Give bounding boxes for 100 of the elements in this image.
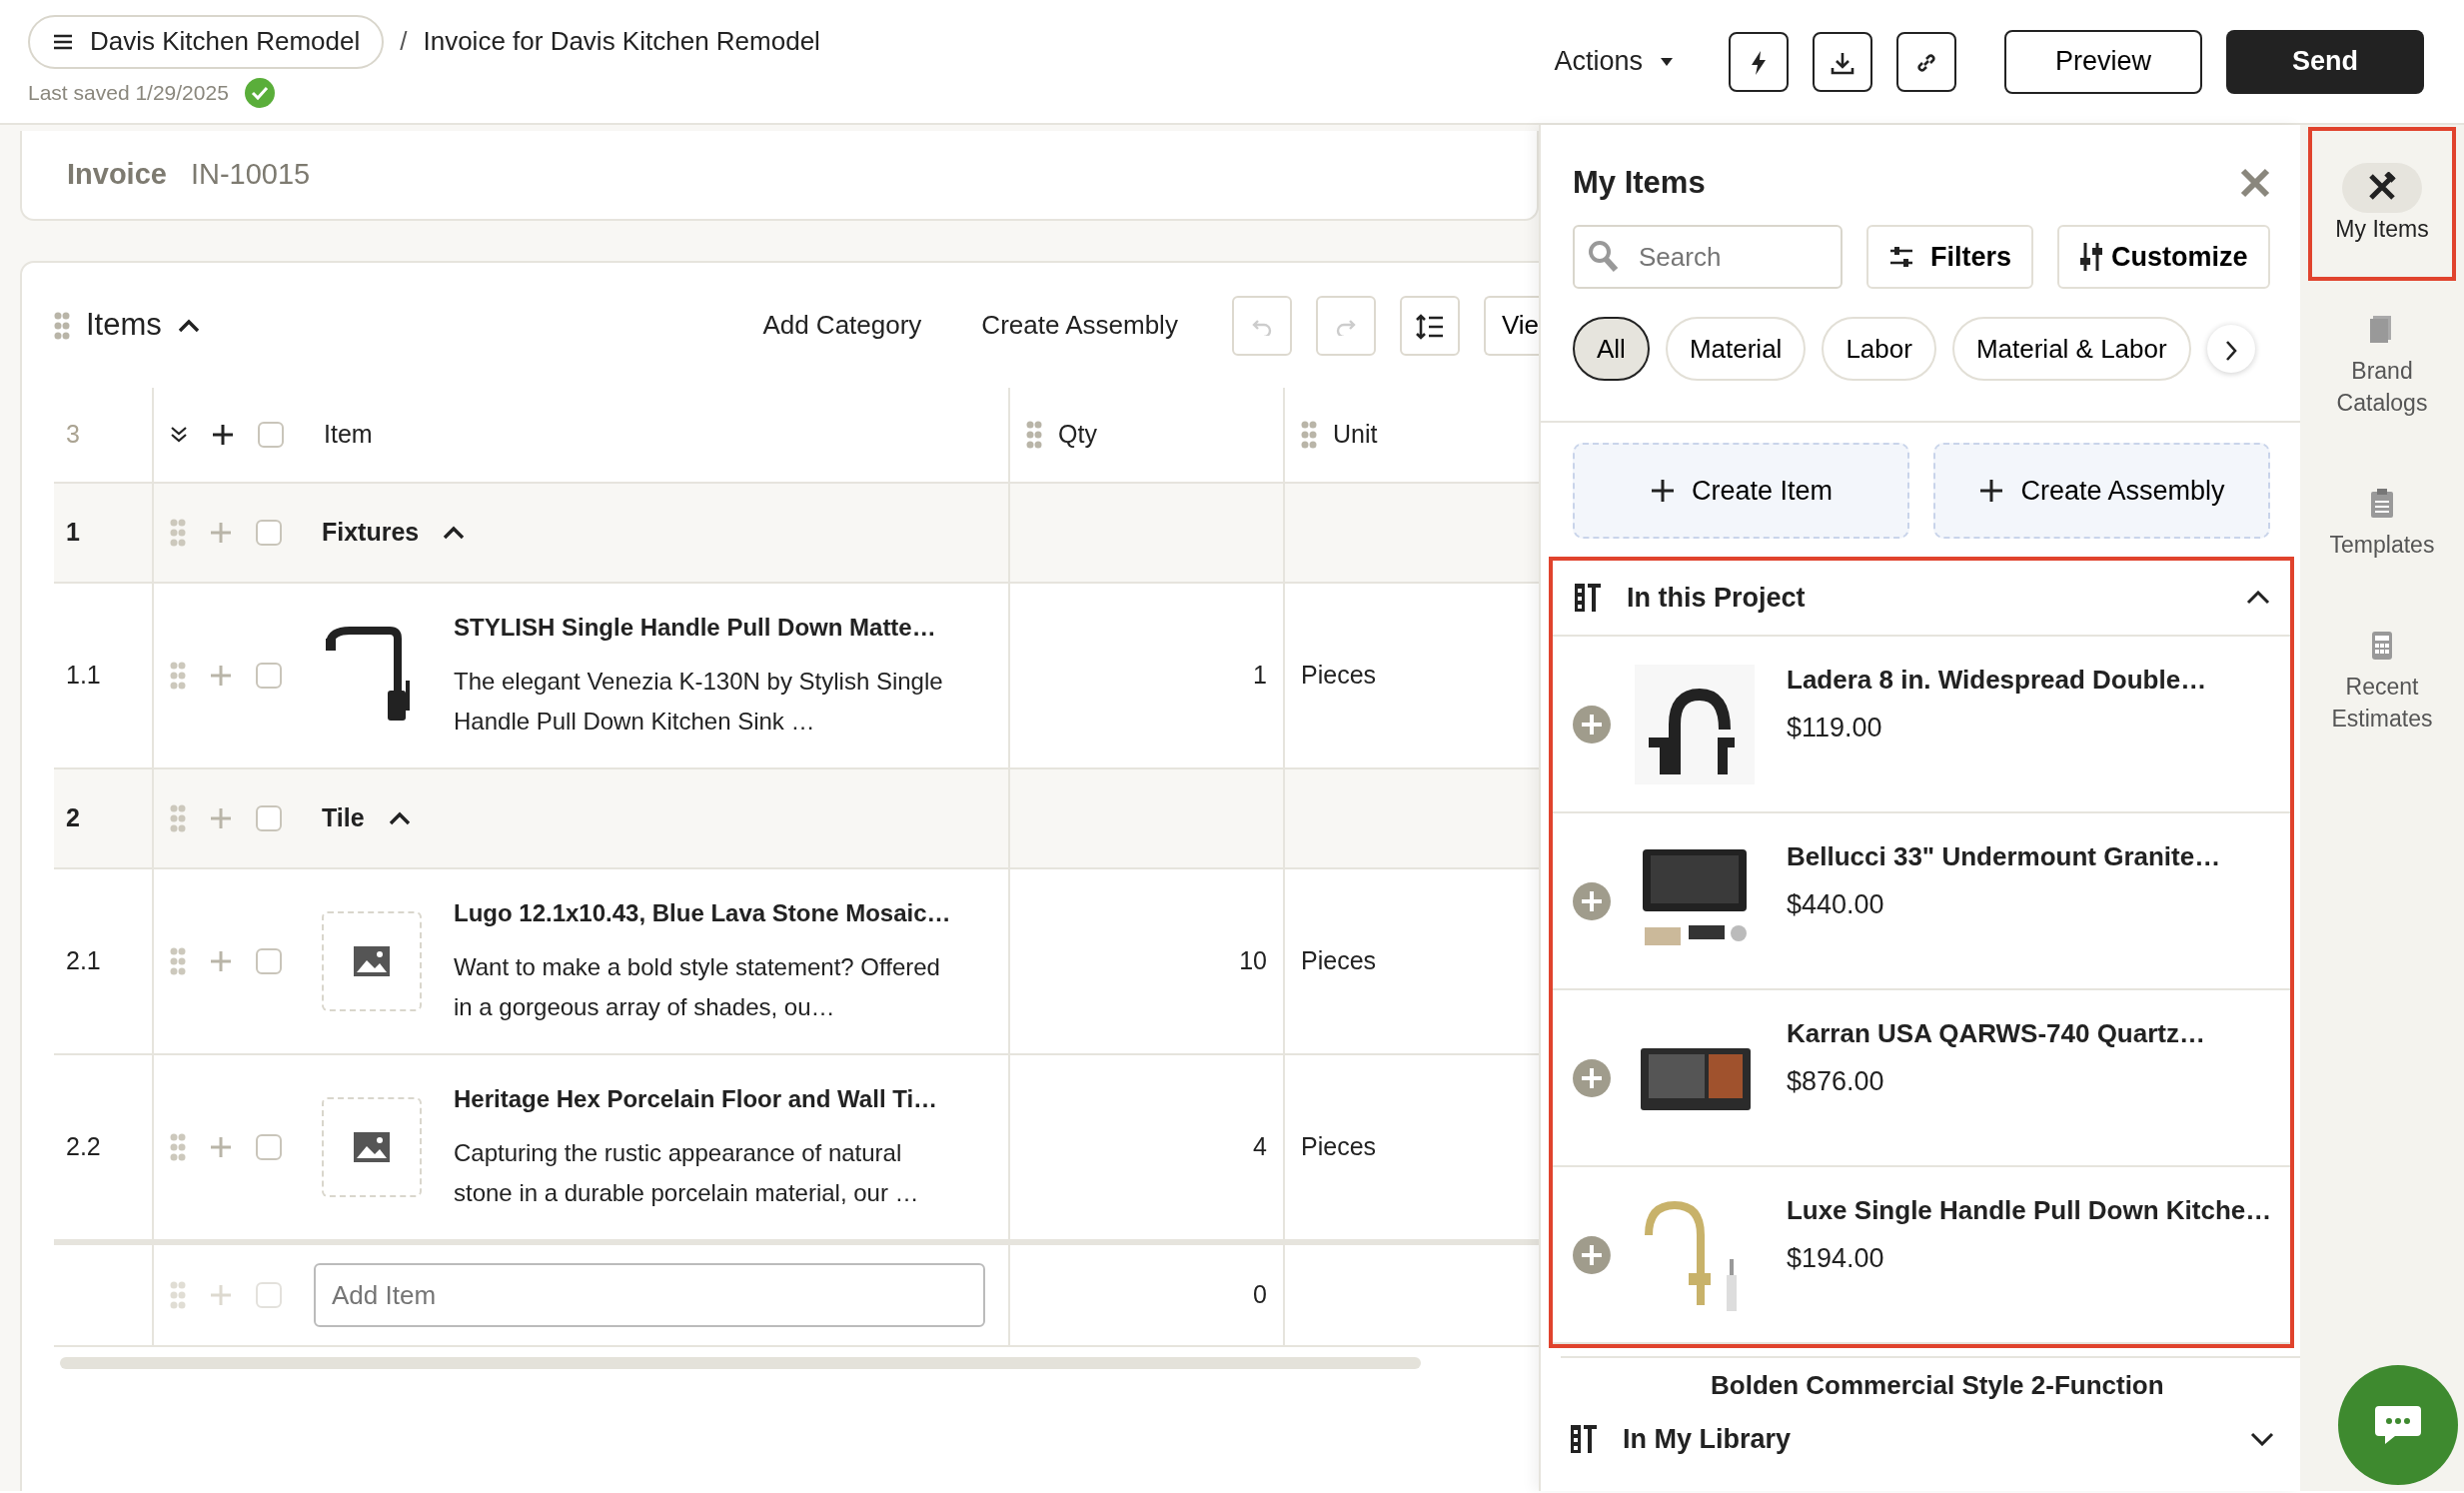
actions-dropdown[interactable]: Actions xyxy=(1548,40,1681,83)
drag-handle-icon[interactable] xyxy=(170,1133,186,1161)
plus-icon xyxy=(1978,478,2005,504)
undo-icon xyxy=(1250,318,1273,337)
filter-chip[interactable]: Material xyxy=(1665,317,1807,381)
drag-handle-icon[interactable] xyxy=(170,947,186,975)
tools-icon xyxy=(1573,582,1603,614)
filter-chip[interactable]: Labor xyxy=(1822,317,1936,381)
category-name: Tile xyxy=(322,802,365,834)
drag-handle-icon[interactable] xyxy=(1301,421,1317,449)
menu-icon xyxy=(52,32,74,51)
item-description: Capturing the rustic appearance of natural stone in a durable porcelain material, our … xyxy=(454,1138,920,1208)
search-icon xyxy=(1589,241,1619,273)
checkbox[interactable] xyxy=(256,1282,282,1308)
add-icon[interactable] xyxy=(1573,705,1611,744)
product-price: $440.00 xyxy=(1787,887,1885,921)
drag-handle-icon[interactable] xyxy=(170,662,186,690)
filter-chip[interactable]: All xyxy=(1573,317,1650,381)
breadcrumb-separator: / xyxy=(400,25,408,59)
section-header[interactable]: In this Project xyxy=(1553,561,2290,637)
collapse-icon[interactable] xyxy=(388,811,411,825)
close-button[interactable] xyxy=(2240,168,2270,198)
column-header: Item xyxy=(324,419,373,451)
section-header[interactable]: In My Library xyxy=(1549,1406,2294,1472)
item-title: STYLISH Single Handle Pull Down Matte… xyxy=(454,613,937,643)
image-icon xyxy=(353,1131,391,1163)
expand-all-icon[interactable] xyxy=(170,426,188,444)
sidebar-item[interactable]: My Items xyxy=(2308,127,2456,281)
checkbox[interactable] xyxy=(256,948,282,974)
category-name: Fixtures xyxy=(322,517,420,549)
drag-handle-icon[interactable] xyxy=(170,519,186,547)
product-price: $876.00 xyxy=(1787,1064,1885,1098)
row-height-button[interactable] xyxy=(1399,295,1460,356)
checkbox[interactable] xyxy=(256,1134,282,1160)
product-name: Luxe Single Handle Pull Down Kitche… xyxy=(1786,1193,2270,1227)
checkbox[interactable] xyxy=(258,422,284,448)
toolbar-button[interactable]: Create Assembly xyxy=(959,306,1200,345)
checkbox[interactable] xyxy=(256,520,282,546)
expand-icon[interactable] xyxy=(2250,1432,2274,1446)
customize-button[interactable]: Customize xyxy=(2057,225,2270,289)
sidebar-item[interactable]: Recent Estimates xyxy=(2308,601,2456,754)
chat-icon xyxy=(2373,1404,2423,1446)
panel-title: My Items xyxy=(1573,163,1706,202)
download-button[interactable] xyxy=(1813,31,1872,92)
scrollbar[interactable] xyxy=(60,1357,1421,1369)
collapse-icon[interactable] xyxy=(2246,591,2270,605)
quantity: 4 xyxy=(1253,1131,1267,1163)
add-item-field[interactable]: Add Item xyxy=(314,1263,985,1327)
quantity: 0 xyxy=(1253,1279,1267,1311)
row-number: 2 xyxy=(66,802,80,834)
scroll-right-button[interactable] xyxy=(2206,325,2255,373)
collapse-icon[interactable] xyxy=(443,526,466,540)
close-icon xyxy=(2240,168,2270,198)
checkbox[interactable] xyxy=(256,805,282,831)
row-number: 2.1 xyxy=(66,945,101,977)
unit: Pieces xyxy=(1301,945,1377,977)
search-field[interactable]: Search xyxy=(1573,225,1843,289)
create-button[interactable]: Create Item xyxy=(1573,443,1909,539)
quantity: 10 xyxy=(1239,945,1267,977)
invoice-label: Invoice xyxy=(67,157,167,193)
product-price: $119.00 xyxy=(1787,711,1883,745)
item-description: The elegant Venezia K-130N by Stylish Single Handle Pull Down Kitchen Sink … xyxy=(454,667,944,737)
quantity: 1 xyxy=(1253,660,1267,692)
sidebar-item[interactable]: Brand Catalogs xyxy=(2308,285,2456,439)
page-title: Invoice for Davis Kitchen Remodel xyxy=(423,25,820,59)
drag-handle-icon[interactable] xyxy=(54,311,70,340)
preview-button[interactable]: Preview xyxy=(2004,29,2202,94)
add-icon[interactable] xyxy=(1573,1235,1611,1274)
row-height-icon xyxy=(1414,314,1445,341)
drag-handle-icon[interactable] xyxy=(1026,421,1042,449)
customize-icon xyxy=(2079,242,2104,272)
product-price: $194.00 xyxy=(1786,1241,1885,1275)
unit: Pieces xyxy=(1301,660,1377,692)
link-button[interactable] xyxy=(1896,31,1956,92)
row-number: 2.2 xyxy=(66,1131,101,1163)
send-button[interactable]: Send xyxy=(2226,29,2424,94)
lightning-button[interactable] xyxy=(1729,31,1789,92)
add-icon[interactable] xyxy=(1573,1058,1611,1097)
drag-handle-icon[interactable] xyxy=(170,1281,186,1309)
checkbox[interactable] xyxy=(256,663,282,689)
section-title: Items xyxy=(86,306,162,345)
item-title: Lugo 12.1x10.43, Blue Lava Stone Mosaic… xyxy=(454,898,952,928)
add-icon[interactable] xyxy=(1573,881,1611,920)
filter-chip[interactable]: Material & Labor xyxy=(1951,317,2191,381)
redo-button[interactable] xyxy=(1315,295,1376,356)
create-button[interactable]: Create Assembly xyxy=(1933,443,2270,539)
invoice-number: IN-10015 xyxy=(190,157,311,193)
project-breadcrumb[interactable]: Davis Kitchen Remodel xyxy=(28,14,385,69)
toolbar-button[interactable]: Add Category xyxy=(740,306,944,345)
product-name: Ladera 8 in. Widespread Double… xyxy=(1787,663,2207,697)
filters-button[interactable]: Filters xyxy=(1866,225,2034,289)
product-name: Bolden Commercial Style 2-Function xyxy=(1711,1370,2164,1400)
product-name: Bellucci 33" Undermount Granite… xyxy=(1787,839,2221,873)
drag-handle-icon[interactable] xyxy=(170,804,186,832)
plus-icon[interactable] xyxy=(212,424,234,446)
view-button[interactable]: Vie xyxy=(1483,295,1539,356)
sliders-icon xyxy=(1888,246,1914,268)
sidebar-item[interactable]: Templates xyxy=(2308,443,2456,597)
undo-button[interactable] xyxy=(1231,295,1292,356)
collapse-icon[interactable] xyxy=(177,318,200,333)
